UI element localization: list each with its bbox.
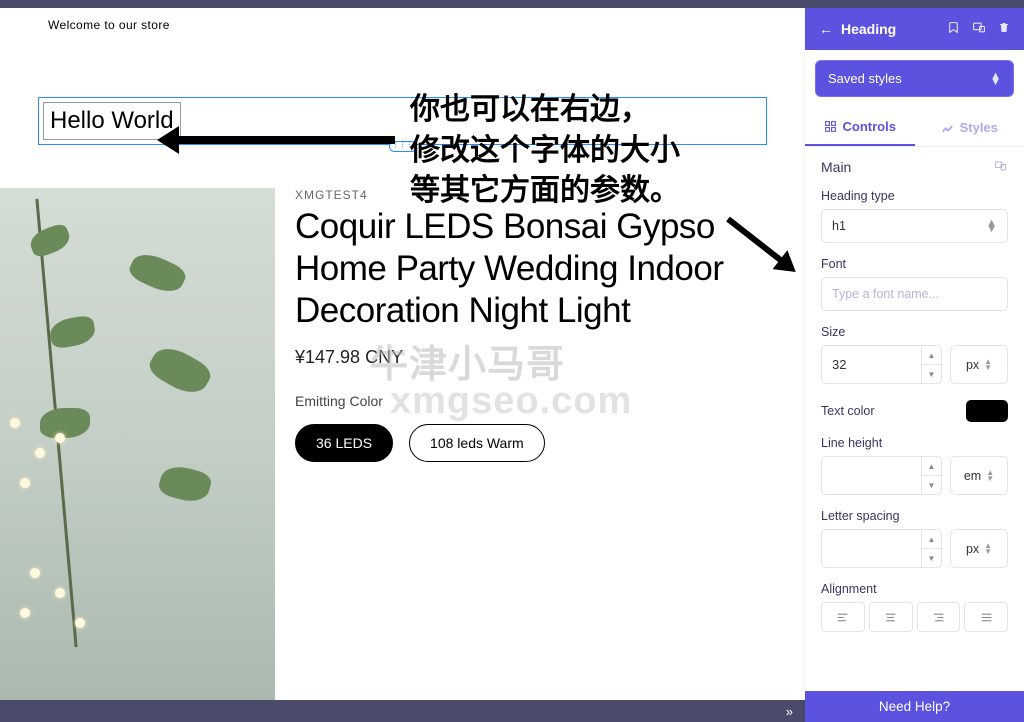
step-up-icon[interactable]: ▲ xyxy=(922,346,941,365)
chevron-updown-icon: ▲▼ xyxy=(986,220,997,232)
step-up-icon[interactable]: ▲ xyxy=(922,530,941,549)
line-height-stepper[interactable]: ▲ ▼ xyxy=(821,456,942,495)
panel-title: Heading xyxy=(841,21,896,37)
align-justify-button[interactable] xyxy=(964,602,1008,632)
chevron-updown-icon: ▲▼ xyxy=(986,470,994,482)
product-title: Coquir LEDS Bonsai Gypso Home Party Wedd… xyxy=(295,206,775,332)
app-top-bar xyxy=(0,0,1024,8)
font-input[interactable] xyxy=(832,287,997,301)
styles-icon xyxy=(941,121,954,134)
delete-icon[interactable] xyxy=(998,21,1010,37)
chevron-updown-icon: ▲▼ xyxy=(984,543,992,555)
label-font: Font xyxy=(821,257,1008,271)
annotation-arrow-left xyxy=(175,136,395,144)
properties-panel: ← Heading Saved styles ▲▼ Controls Style… xyxy=(805,8,1024,722)
size-unit-select[interactable]: px ▲▼ xyxy=(950,345,1008,384)
line-height-unit-select[interactable]: em ▲▼ xyxy=(950,456,1008,495)
label-line-height: Line height xyxy=(821,436,1008,450)
chevron-updown-icon: ▲▼ xyxy=(990,73,1001,85)
controls-icon xyxy=(824,120,837,133)
font-input-wrapper xyxy=(821,277,1008,311)
label-heading-type: Heading type xyxy=(821,189,1008,203)
need-help-button[interactable]: Need Help? xyxy=(805,691,1024,722)
product-details: XMGTEST4 Coquir LEDS Bonsai Gypso Home P… xyxy=(275,188,775,708)
align-right-button[interactable] xyxy=(917,602,961,632)
variant-option-1[interactable]: 36 LEDS xyxy=(295,424,393,462)
align-left-button[interactable] xyxy=(821,602,865,632)
tab-styles[interactable]: Styles xyxy=(915,109,1024,146)
annotation-text: 你也可以在右边， 修改这个字体的大小 等其它方面的参数。 xyxy=(410,90,680,212)
label-text-color: Text color xyxy=(821,404,875,418)
label-alignment: Alignment xyxy=(821,582,1008,596)
bottom-bar: » xyxy=(0,700,805,722)
section-title: Main xyxy=(821,159,851,175)
announcement-bar: Welcome to our store xyxy=(0,8,805,42)
product-image xyxy=(0,188,275,708)
letter-spacing-unit-select[interactable]: px ▲▼ xyxy=(950,529,1008,568)
label-letter-spacing: Letter spacing xyxy=(821,509,1008,523)
responsive-indicator-icon[interactable] xyxy=(993,160,1008,175)
heading-type-select[interactable]: h1 ▲▼ xyxy=(821,209,1008,243)
option-label: Emitting Color xyxy=(295,393,775,409)
back-icon[interactable]: ← xyxy=(819,21,833,37)
letter-spacing-stepper[interactable]: ▲ ▼ xyxy=(821,529,942,568)
step-down-icon[interactable]: ▼ xyxy=(922,365,941,383)
tab-controls[interactable]: Controls xyxy=(805,109,915,146)
canvas-area: Welcome to our store Hello World ⋮⋮⋮ XMG… xyxy=(0,8,805,722)
panel-tabs: Controls Styles xyxy=(805,109,1024,147)
align-center-button[interactable] xyxy=(869,602,913,632)
saved-styles-dropdown[interactable]: Saved styles ▲▼ xyxy=(815,60,1014,97)
chevron-updown-icon: ▲▼ xyxy=(984,359,992,371)
product-price: ¥147.98 CNY xyxy=(295,347,775,368)
bookmark-icon[interactable] xyxy=(947,21,960,37)
step-down-icon[interactable]: ▼ xyxy=(922,476,941,494)
label-size: Size xyxy=(821,325,1008,339)
responsive-icon[interactable] xyxy=(972,21,986,37)
step-down-icon[interactable]: ▼ xyxy=(922,549,941,567)
expand-icon[interactable]: » xyxy=(786,704,793,719)
step-up-icon[interactable]: ▲ xyxy=(922,457,941,476)
text-color-swatch[interactable] xyxy=(966,400,1008,422)
section-main: Main Heading type h1 ▲▼ Font Size 32 ▲ ▼ xyxy=(805,147,1024,632)
variant-option-2[interactable]: 108 leds Warm xyxy=(409,424,545,462)
size-stepper[interactable]: 32 ▲ ▼ xyxy=(821,345,942,384)
product-section: XMGTEST4 Coquir LEDS Bonsai Gypso Home P… xyxy=(0,188,805,708)
panel-header: ← Heading xyxy=(805,8,1024,50)
